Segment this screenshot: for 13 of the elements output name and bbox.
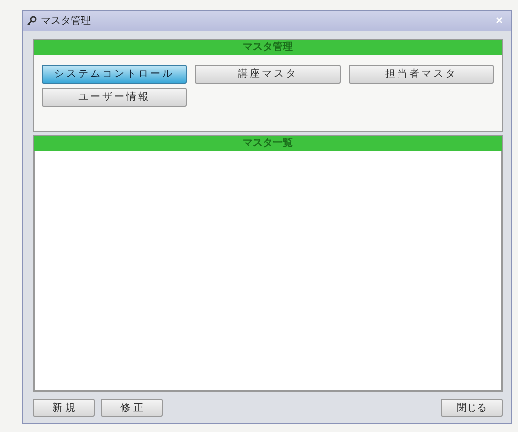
footer-button[interactable]: 閉じる <box>441 399 503 417</box>
window-title: マスタ管理 <box>41 14 91 28</box>
key-icon <box>27 16 37 26</box>
master-button[interactable]: 講座マスタ <box>195 65 341 84</box>
panel-header: マスタ一覧 <box>34 136 502 151</box>
footer-button[interactable]: 修 正 <box>101 399 163 417</box>
panel-header: マスタ管理 <box>34 40 502 55</box>
close-icon <box>496 16 503 24</box>
master-button[interactable]: ユーザー情報 <box>42 88 188 107</box>
footer-button[interactable]: 新 規 <box>33 399 95 417</box>
master-button[interactable]: 担当者マスタ <box>348 65 494 84</box>
list-area[interactable] <box>34 151 502 391</box>
master-button[interactable]: システムコントロール <box>42 65 188 84</box>
